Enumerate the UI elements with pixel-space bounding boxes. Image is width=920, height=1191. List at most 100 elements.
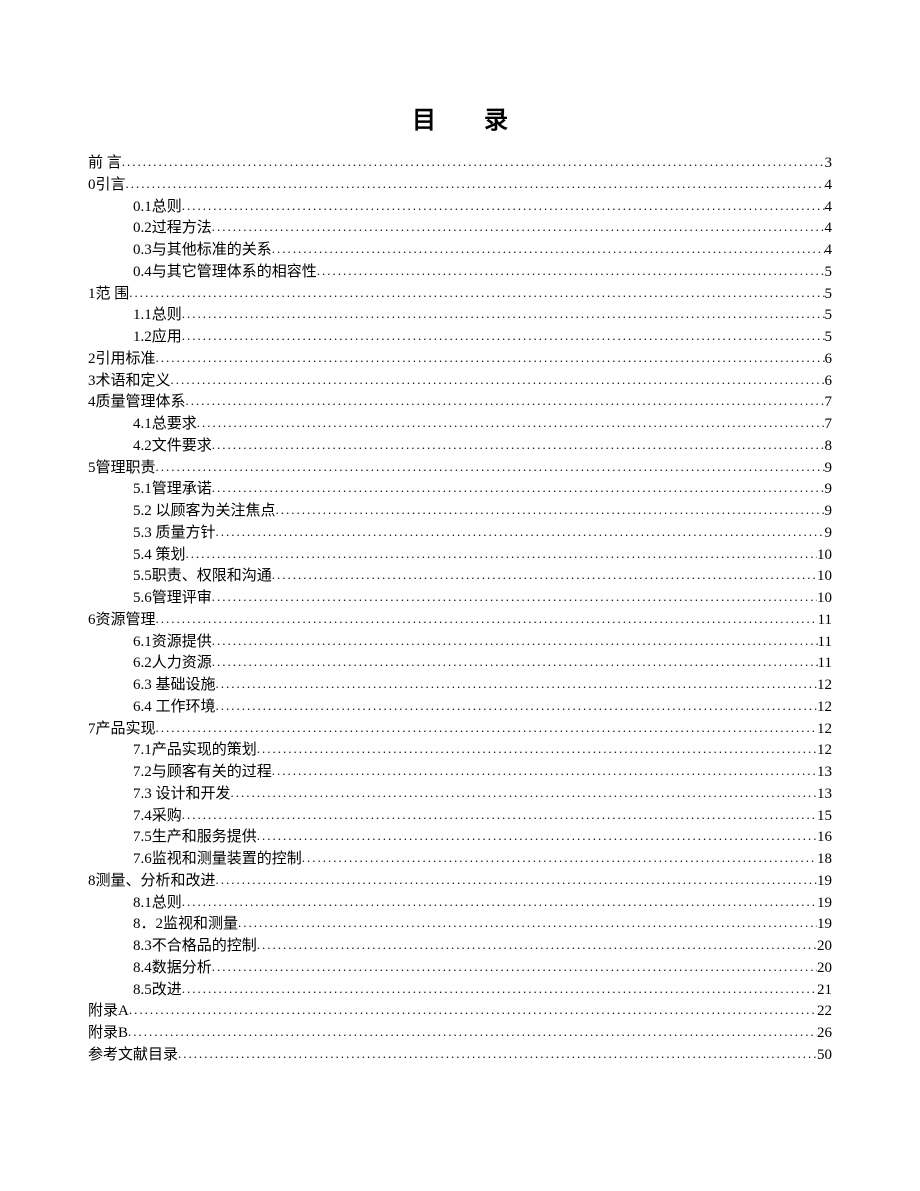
toc-entry: 5管理职责9 xyxy=(88,458,832,480)
toc-entry-page: 5 xyxy=(825,284,833,306)
toc-dots xyxy=(272,240,825,259)
toc-entry: 5.5职责、权限和沟通10 xyxy=(88,566,832,588)
toc-entry: 2引用标准6 xyxy=(88,349,832,371)
toc-entry-page: 3 xyxy=(825,153,833,175)
toc-dots xyxy=(212,588,817,607)
toc-entry-label: 8.3不合格品的控制 xyxy=(88,936,257,958)
toc-entry-label: 附录B xyxy=(88,1023,128,1045)
toc-entry: 前 言 3 xyxy=(88,153,832,175)
toc-entry-label: 4.1总要求 xyxy=(88,414,197,436)
toc-entry-label: 5.3 质量方针 xyxy=(88,523,216,545)
toc-dots xyxy=(156,349,825,368)
toc-dots xyxy=(272,762,817,781)
toc-entry: 7.5生产和服务提供16 xyxy=(88,827,832,849)
toc-entry-page: 4 xyxy=(825,197,833,219)
toc-dots xyxy=(182,893,817,912)
toc-entry-page: 7 xyxy=(825,414,833,436)
toc-dots xyxy=(182,980,817,999)
toc-entry-page: 11 xyxy=(818,632,832,654)
toc-entry-label: 0.3与其他标准的关系 xyxy=(88,240,272,262)
toc-entry: 0.2过程方法 4 xyxy=(88,218,832,240)
toc-entry-page: 9 xyxy=(825,523,833,545)
toc-entry: 5.1管理承诺 9 xyxy=(88,479,832,501)
toc-entry: 8．2监视和测量19 xyxy=(88,914,832,936)
toc-entry-page: 18 xyxy=(817,849,832,871)
toc-entry-label: 3术语和定义 xyxy=(88,371,171,393)
toc-entry: 1.1总则5 xyxy=(88,305,832,327)
toc-entry-label: 7.2与顾客有关的过程 xyxy=(88,762,272,784)
toc-entry-label: 前 言 xyxy=(88,153,122,175)
toc-dots xyxy=(257,740,817,759)
toc-entry-page: 21 xyxy=(817,980,832,1002)
toc-entry-label: 1.1总则 xyxy=(88,305,182,327)
toc-entry: 8测量、分析和改进19 xyxy=(88,871,832,893)
toc-entry: 5.4 策划10 xyxy=(88,545,832,567)
toc-entry-page: 11 xyxy=(818,653,832,675)
toc-entry: 6资源管理 11 xyxy=(88,610,832,632)
toc-entry: 4质量管理体系7 xyxy=(88,392,832,414)
toc-entry-label: 8.1总则 xyxy=(88,893,182,915)
toc-dots xyxy=(216,675,817,694)
toc-entry: 3术语和定义6 xyxy=(88,371,832,393)
toc-entry-label: 0.1总则 xyxy=(88,197,182,219)
toc-entry: 4.2文件要求8 xyxy=(88,436,832,458)
toc-entry-page: 16 xyxy=(817,827,832,849)
toc-entry: 7.1产品实现的策划 12 xyxy=(88,740,832,762)
toc-entry-label: 6资源管理 xyxy=(88,610,156,632)
toc-entry-page: 22 xyxy=(817,1001,832,1023)
toc-entry-label: 1.2应用 xyxy=(88,327,182,349)
toc-dots xyxy=(156,719,817,738)
toc-entry-label: 0.2过程方法 xyxy=(88,218,212,240)
toc-dots xyxy=(231,784,817,803)
toc-dots xyxy=(129,284,824,303)
toc-dots xyxy=(182,806,817,825)
toc-entry: 7.6监视和测量装置的控制18 xyxy=(88,849,832,871)
toc-entry-page: 4 xyxy=(825,240,833,262)
toc-entry: 7产品实现12 xyxy=(88,719,832,741)
toc-entry: 5.3 质量方针 9 xyxy=(88,523,832,545)
toc-entry-page: 9 xyxy=(825,479,833,501)
toc-dots xyxy=(257,936,817,955)
toc-dots xyxy=(272,566,817,585)
toc-entry-page: 12 xyxy=(817,719,832,741)
toc-entry: 5.6管理评审10 xyxy=(88,588,832,610)
toc-dots xyxy=(216,697,817,716)
toc-entry-page: 11 xyxy=(818,610,832,632)
toc-entry-label: 6.3 基础设施 xyxy=(88,675,216,697)
toc-entry-label: 5.4 策划 xyxy=(88,545,186,567)
toc-entry-page: 12 xyxy=(817,697,832,719)
toc-entry: 7.3 设计和开发13 xyxy=(88,784,832,806)
toc-entry-label: 5管理职责 xyxy=(88,458,156,480)
toc-entry-page: 50 xyxy=(817,1045,832,1067)
toc-dots xyxy=(212,479,825,498)
toc-entry-label: 5.2 以顾客为关注焦点 xyxy=(88,501,276,523)
toc-entry: 8.3不合格品的控制 20 xyxy=(88,936,832,958)
toc-entry-page: 12 xyxy=(817,740,832,762)
toc-entry-label: 5.1管理承诺 xyxy=(88,479,212,501)
toc-dots xyxy=(197,414,825,433)
toc-entry-label: 附录A xyxy=(88,1001,129,1023)
toc-entry-label: 参考文献目录 xyxy=(88,1045,178,1067)
toc-dots xyxy=(216,871,817,890)
toc-entry-label: 8.5改进 xyxy=(88,980,182,1002)
toc-dots xyxy=(128,1023,817,1042)
toc-entry-label: 6.2人力资源 xyxy=(88,653,212,675)
toc-entry-page: 19 xyxy=(817,893,832,915)
toc-entry-page: 20 xyxy=(817,936,832,958)
toc-entry-label: 4质量管理体系 xyxy=(88,392,186,414)
toc-dots xyxy=(178,1045,817,1064)
toc-dots xyxy=(129,1001,817,1020)
toc-dots xyxy=(216,523,825,542)
toc-entry-label: 7.1产品实现的策划 xyxy=(88,740,257,762)
toc-dots xyxy=(126,175,825,194)
toc-entry: 6.2人力资源 11 xyxy=(88,653,832,675)
toc-entry: 6.1资源提供11 xyxy=(88,632,832,654)
toc-entry: 8.1总则 19 xyxy=(88,893,832,915)
toc-entry-page: 15 xyxy=(817,806,832,828)
toc-entry-page: 9 xyxy=(825,501,833,523)
toc-entry: 6.3 基础设施12 xyxy=(88,675,832,697)
toc-entry: 5.2 以顾客为关注焦点 9 xyxy=(88,501,832,523)
toc-entry-page: 4 xyxy=(825,218,833,240)
toc-dots xyxy=(302,849,817,868)
toc-title: 目录 xyxy=(88,100,832,135)
